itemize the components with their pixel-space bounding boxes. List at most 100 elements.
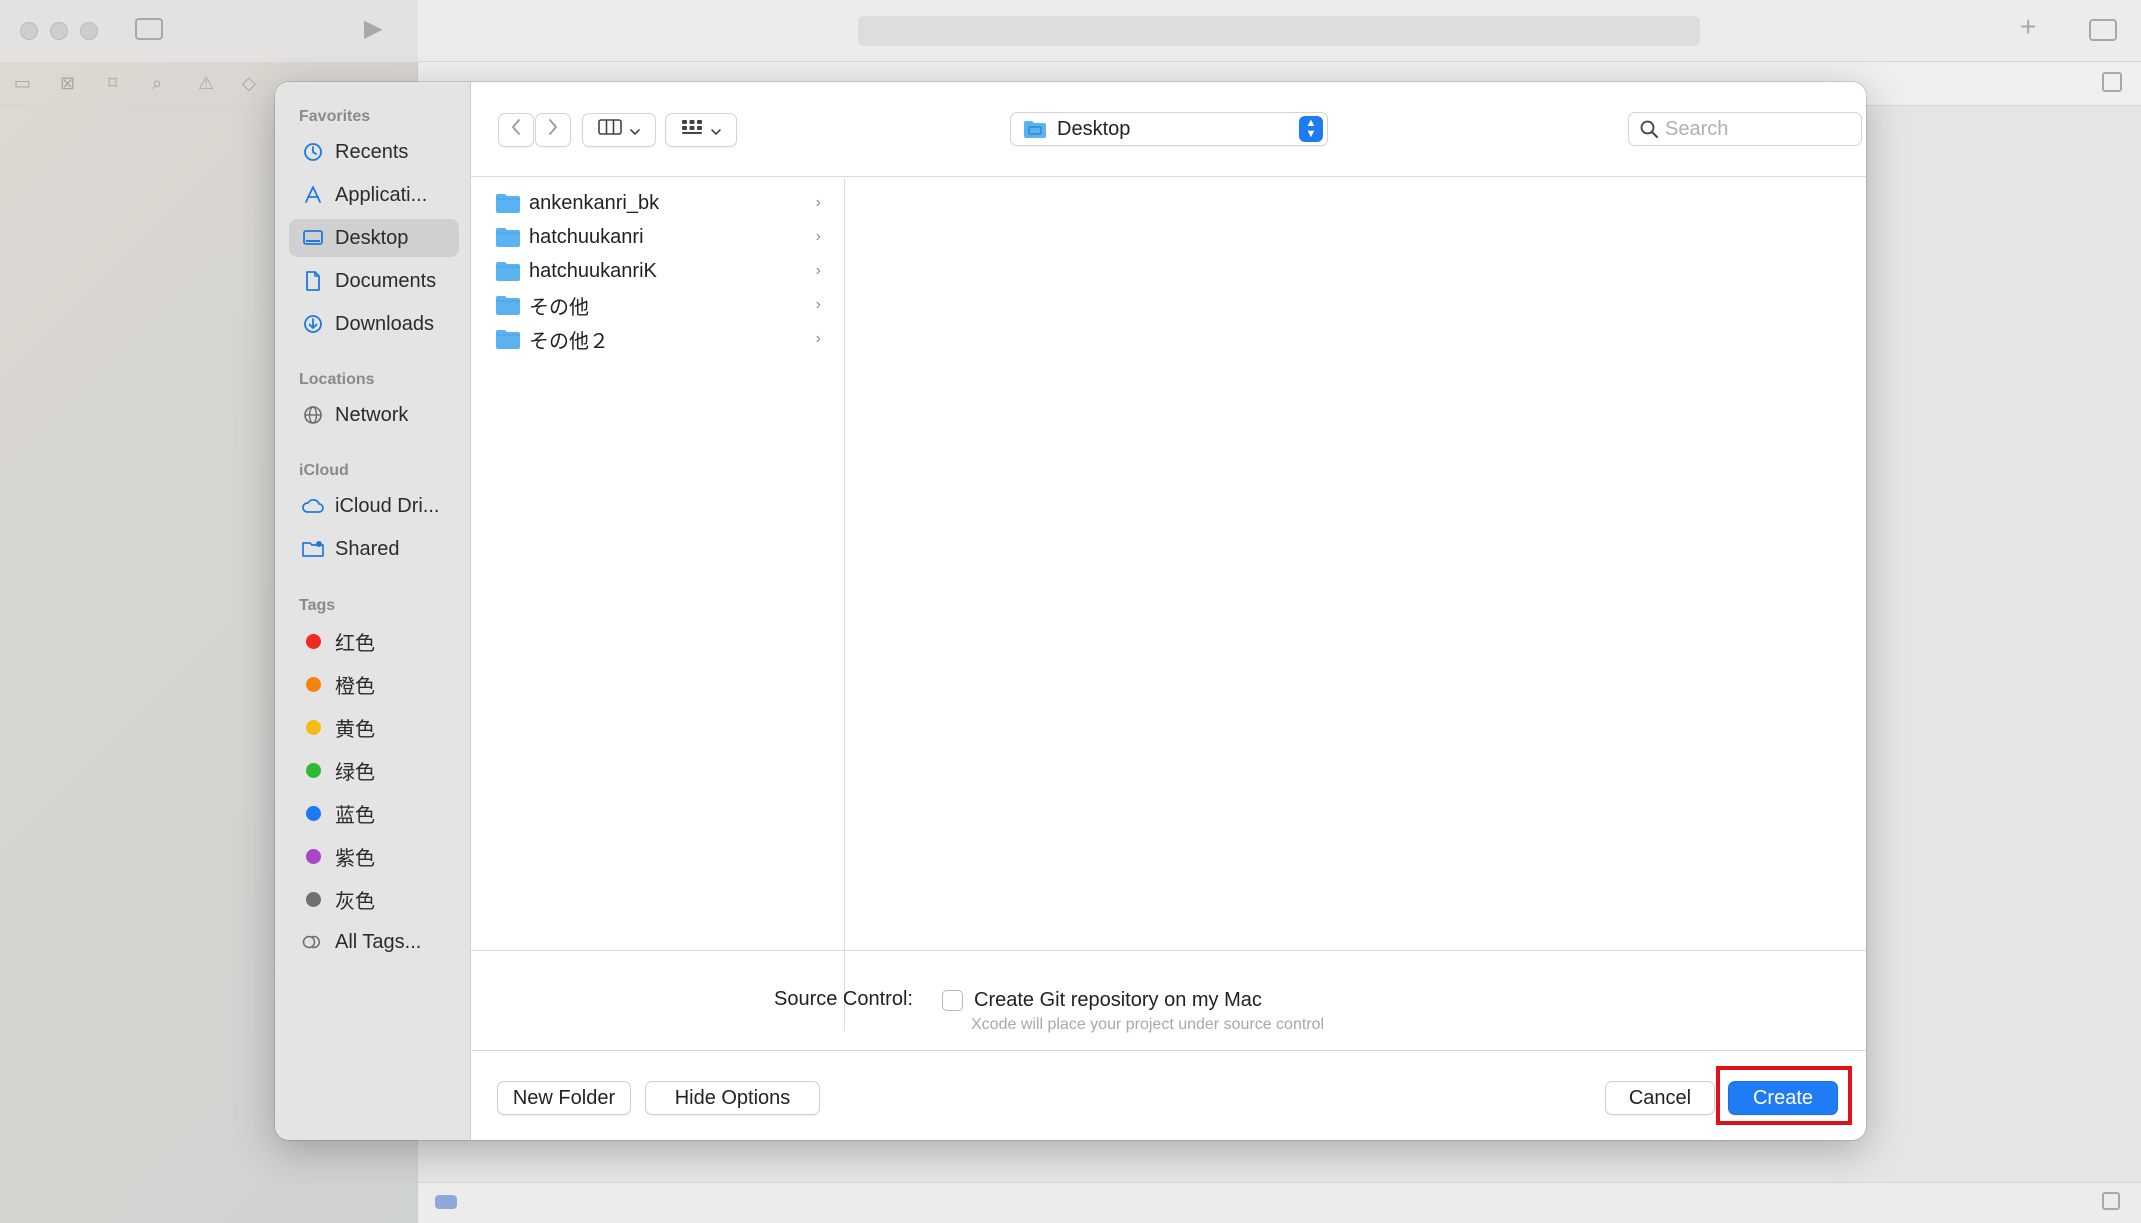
issue-nav-icon[interactable]: ⚠ <box>198 72 214 94</box>
sidebar-toggle-icon[interactable] <box>135 18 163 40</box>
dialog-main: Desktop ▲▼ ankenkanri_bk › hat <box>471 82 1866 1140</box>
sidebar-item-applications[interactable]: Applicati... <box>289 176 459 214</box>
chevron-right-icon: › <box>815 262 821 279</box>
zoom-window-button[interactable] <box>80 22 98 40</box>
sidebar-item-downloads[interactable]: Downloads <box>289 305 459 343</box>
sidebar-item-label: Network <box>335 403 409 426</box>
list-item[interactable]: hatchuukanriK › <box>471 254 845 288</box>
sidebar-item-label: 灰色 <box>335 890 375 913</box>
search-field[interactable] <box>1628 112 1862 146</box>
chevron-right-icon: › <box>815 228 821 245</box>
sidebar-tag-yellow[interactable]: 黄色 <box>289 708 459 746</box>
view-mode-button[interactable] <box>582 113 656 147</box>
grid-icon <box>680 117 704 143</box>
globe-icon <box>301 403 325 427</box>
tag-dot-icon <box>301 844 325 868</box>
sidebar-item-label: 绿色 <box>335 761 375 784</box>
find-nav-icon[interactable]: ⌕ <box>152 72 162 94</box>
file-name: hatchuukanriK <box>529 259 657 282</box>
sidebar-tag-blue[interactable]: 蓝色 <box>289 794 459 832</box>
column-browser: ankenkanri_bk › hatchuukanri › hatchuuka… <box>471 178 1866 1031</box>
sidebar-item-label: 蓝色 <box>335 804 375 827</box>
list-item[interactable]: その他２ › <box>471 322 845 356</box>
list-item[interactable]: ankenkanri_bk › <box>471 186 845 220</box>
document-icon <box>301 269 325 293</box>
chevron-right-icon: › <box>815 296 821 313</box>
file-name: ankenkanri_bk <box>529 191 660 214</box>
empty-preview-column <box>846 178 1866 1031</box>
source-control-label: Source Control: <box>774 988 913 1010</box>
source-control-nav-icon[interactable]: ⊠ <box>60 72 75 94</box>
search-icon <box>1639 119 1659 139</box>
chevron-right-icon: › <box>815 194 821 211</box>
sidebar-item-label: 黄色 <box>335 718 375 741</box>
git-repository-checkbox[interactable] <box>942 990 963 1011</box>
sidebar-tag-gray[interactable]: 灰色 <box>289 880 459 918</box>
sidebar-item-icloud-drive[interactable]: iCloud Dri... <box>289 487 459 525</box>
sidebar-item-label: Desktop <box>335 226 409 249</box>
chevron-right-icon: › <box>815 330 821 347</box>
folder-icon <box>496 194 520 213</box>
shared-folder-icon <box>301 537 325 561</box>
folder-nav-icon[interactable]: ▭ <box>14 72 31 94</box>
sidebar-item-shared[interactable]: Shared <box>289 530 459 568</box>
close-window-button[interactable] <box>20 22 38 40</box>
sidebar-item-label: 紫色 <box>335 847 375 870</box>
run-icon[interactable]: ▶ <box>364 17 382 41</box>
git-repository-checkbox-label[interactable]: Create Git repository on my Mac <box>974 989 1262 1012</box>
sidebar-item-label: 橙色 <box>335 675 375 698</box>
file-name: hatchuukanri <box>529 225 644 248</box>
group-by-button[interactable] <box>665 113 737 147</box>
hide-options-button[interactable]: Hide Options <box>645 1081 820 1115</box>
popup-stepper-icon: ▲ ▼ <box>1299 116 1323 142</box>
sidebar-item-documents[interactable]: Documents <box>289 262 459 300</box>
cancel-button[interactable]: Cancel <box>1605 1081 1715 1115</box>
chevron-right-icon <box>547 118 559 142</box>
sidebar-section-favorites: Favorites <box>299 108 371 125</box>
inspector-toggle-icon[interactable] <box>2089 19 2117 41</box>
sidebar-item-recents[interactable]: Recents <box>289 133 459 171</box>
cloud-icon <box>301 494 325 518</box>
sidebar-section-tags: Tags <box>299 597 336 614</box>
sidebar-item-label: Recents <box>335 140 409 163</box>
add-icon[interactable]: + <box>2020 13 2036 41</box>
back-button[interactable] <box>498 113 534 147</box>
sidebar-item-label: Shared <box>335 537 400 560</box>
sidebar-item-label: Downloads <box>335 312 434 335</box>
sidebar-item-network[interactable]: Network <box>289 396 459 434</box>
bookmark-nav-icon[interactable]: ⌑ <box>108 72 117 94</box>
sidebar-item-label: All Tags... <box>335 930 422 953</box>
sidebar-item-all-tags[interactable]: All Tags... <box>289 923 459 961</box>
location-popup-label: Desktop <box>1057 117 1131 140</box>
sidebar-item-label: 红色 <box>335 632 375 655</box>
save-dialog: Favorites Recents Applicati... Desktop D… <box>275 82 1866 1140</box>
debug-area-icon[interactable] <box>2102 1192 2120 1210</box>
sidebar-tag-green[interactable]: 绿色 <box>289 751 459 789</box>
dialog-footer: New Folder Hide Options Cancel Create <box>471 1050 1866 1140</box>
browser-column: ankenkanri_bk › hatchuukanri › hatchuuka… <box>471 178 845 1031</box>
new-folder-button[interactable]: New Folder <box>497 1081 631 1115</box>
sidebar-tag-red[interactable]: 红色 <box>289 622 459 660</box>
dialog-toolbar: Desktop ▲ ▼ <box>471 82 1866 177</box>
sidebar-tag-purple[interactable]: 紫色 <box>289 837 459 875</box>
location-popup[interactable]: Desktop ▲ ▼ <box>1010 112 1328 146</box>
applications-icon <box>301 183 325 207</box>
file-name: その他２ <box>529 330 609 353</box>
folder-icon <box>1023 119 1047 139</box>
folder-icon <box>496 262 520 281</box>
tag-dot-icon <box>301 672 325 696</box>
minimize-window-button[interactable] <box>50 22 68 40</box>
filter-pill-icon[interactable] <box>435 1195 457 1209</box>
forward-button[interactable] <box>535 113 571 147</box>
columns-view-icon <box>597 117 623 143</box>
sidebar-item-desktop[interactable]: Desktop <box>289 219 459 257</box>
bg-debug-bar <box>418 1182 2141 1223</box>
folder-icon <box>496 296 520 315</box>
test-nav-icon[interactable]: ◇ <box>242 72 256 94</box>
options-panel: Source Control: Create Git repository on… <box>471 950 1866 1050</box>
search-input[interactable] <box>1665 117 1845 141</box>
inspector-panel-icon[interactable] <box>2102 72 2122 92</box>
sidebar-tag-orange[interactable]: 橙色 <box>289 665 459 703</box>
list-item[interactable]: hatchuukanri › <box>471 220 845 254</box>
list-item[interactable]: その他 › <box>471 288 845 322</box>
